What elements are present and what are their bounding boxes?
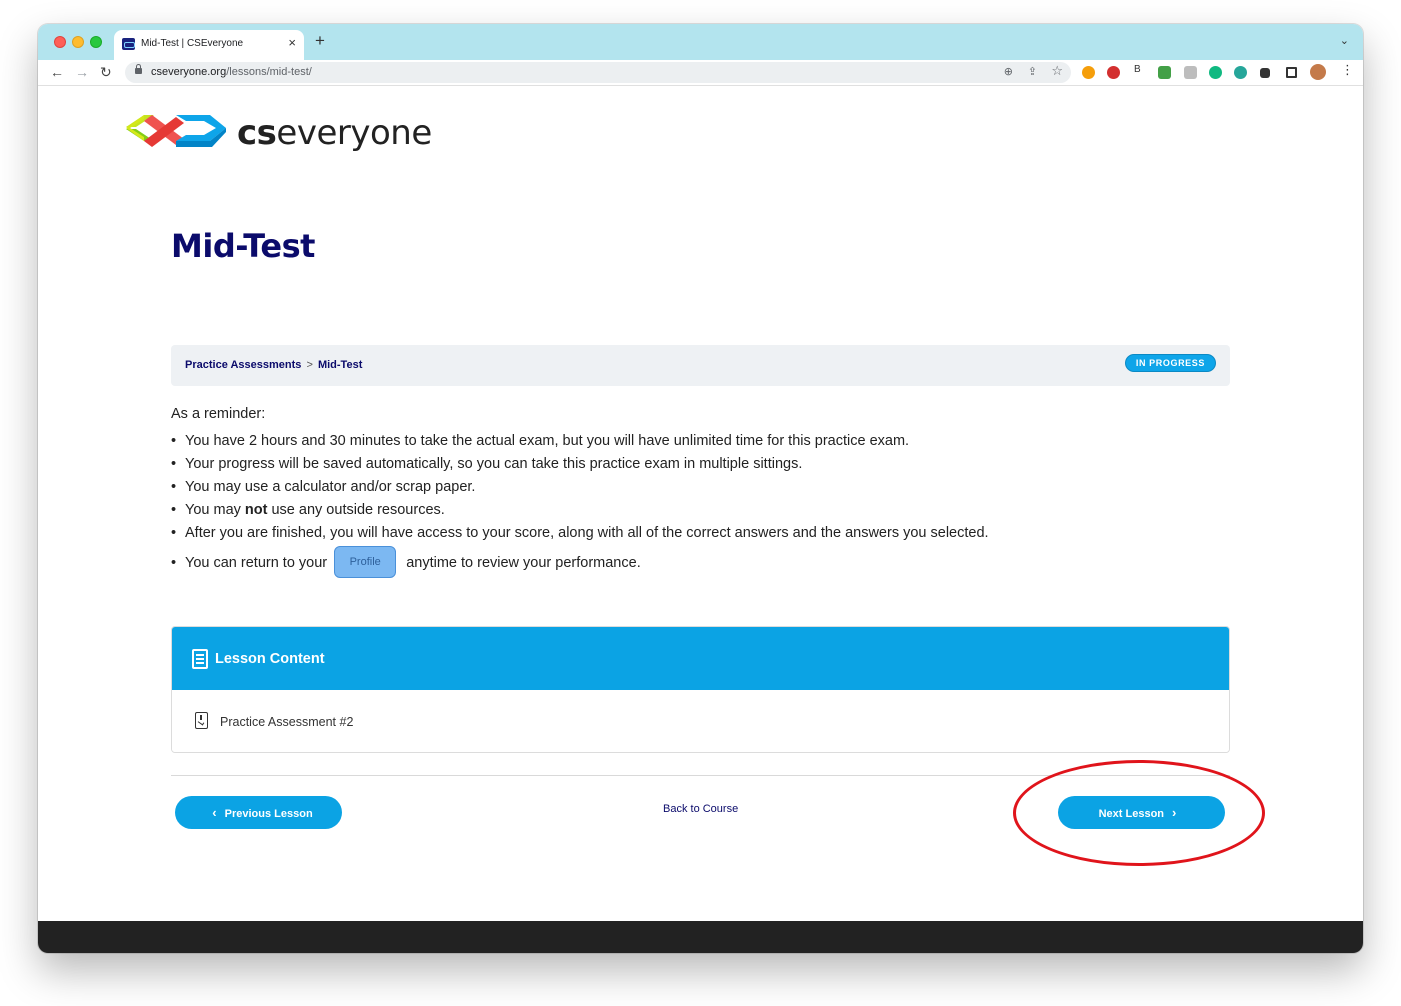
chevron-left-icon: ‹	[212, 805, 217, 820]
extensions-puzzle-icon[interactable]	[1260, 68, 1270, 78]
minimize-window-button[interactable]	[72, 36, 84, 48]
url-text[interactable]: cseveryone.org/lessons/mid-test/	[151, 66, 312, 78]
tab-close-icon[interactable]: ×	[288, 36, 296, 50]
lesson-item-practice-assessment[interactable]: Practice Assessment #2	[172, 690, 1229, 752]
breadcrumb-parent-link[interactable]: Practice Assessments	[185, 359, 301, 371]
status-badge: IN PROGRESS	[1124, 354, 1216, 372]
tab-title: Mid-Test | CSEveryone	[141, 38, 244, 49]
list-item: Your progress will be saved automaticall…	[171, 453, 1231, 476]
brand-wordmark[interactable]: cseveryone	[237, 113, 432, 153]
back-to-course-link[interactable]: Back to Course	[663, 803, 738, 815]
side-panel-icon[interactable]	[1286, 67, 1297, 78]
profile-avatar[interactable]	[1310, 64, 1326, 80]
list-item: After you are finished, you will have ac…	[171, 522, 1231, 545]
breadcrumb-bar: Practice Assessments > Mid-Test IN PROGR…	[171, 345, 1230, 386]
extension-k-icon[interactable]	[1184, 66, 1197, 79]
extension-abp-icon[interactable]	[1107, 66, 1120, 79]
list-item: You can return to your Profile anytime t…	[171, 546, 1231, 580]
page-title: Mid-Test	[171, 227, 315, 265]
tab-search-chevron-icon[interactable]: ⌄	[1340, 34, 1349, 47]
breadcrumb-current[interactable]: Mid-Test	[318, 359, 362, 371]
address-bar: ← → ↻ cseveryone.org/lessons/mid-test/ ⊕…	[38, 60, 1363, 86]
list-item: You have 2 hours and 30 minutes to take …	[171, 430, 1231, 453]
extension-b-icon[interactable]: B	[1134, 64, 1141, 75]
previous-lesson-button[interactable]: ‹ Previous Lesson	[175, 796, 342, 829]
extension-sun-icon[interactable]	[1082, 66, 1095, 79]
tab-bar: Mid-Test | CSEveryone × + ⌄	[38, 24, 1363, 60]
omnibox[interactable]: cseveryone.org/lessons/mid-test/ ⊕ ⇪ ☆	[125, 62, 1071, 83]
highlight-annotation-circle	[1013, 760, 1265, 866]
breadcrumb: Practice Assessments > Mid-Test	[185, 359, 362, 371]
lesson-content-card: Lesson Content Practice Assessment #2	[171, 626, 1230, 753]
document-list-icon	[192, 649, 208, 669]
maximize-window-button[interactable]	[90, 36, 102, 48]
bookmark-star-icon[interactable]: ☆	[1051, 63, 1063, 79]
list-item: You may use a calculator and/or scrap pa…	[171, 476, 1231, 499]
profile-button[interactable]: Profile	[334, 546, 397, 579]
reload-icon[interactable]: ↻	[100, 63, 112, 81]
lock-icon[interactable]	[135, 64, 142, 74]
close-window-button[interactable]	[54, 36, 66, 48]
share-icon[interactable]: ⇪	[1028, 65, 1037, 78]
page-footer	[38, 921, 1363, 953]
site-favicon-icon	[122, 38, 135, 50]
back-arrow-icon[interactable]: ←	[50, 63, 64, 81]
extension-m-icon[interactable]	[1234, 66, 1247, 79]
browser-menu-icon[interactable]: ⋮	[1341, 62, 1354, 78]
tab-mid-test[interactable]: Mid-Test | CSEveryone ×	[114, 30, 304, 60]
list-item: You may not use any outside resources.	[171, 499, 1231, 522]
extension-print-icon[interactable]	[1158, 66, 1171, 79]
zoom-icon[interactable]: ⊕	[1004, 65, 1013, 78]
emphasis-not: not	[244, 502, 268, 518]
forward-arrow-icon[interactable]: →	[75, 63, 89, 81]
cseveryone-logo-icon[interactable]	[124, 109, 228, 153]
quiz-icon	[195, 712, 208, 729]
reminder-list: You have 2 hours and 30 minutes to take …	[171, 430, 1231, 580]
extension-grammarly-icon[interactable]	[1209, 66, 1222, 79]
reminder-intro: As a reminder:	[171, 406, 266, 422]
lesson-item-label[interactable]: Practice Assessment #2	[220, 715, 353, 729]
lesson-content-header: Lesson Content	[172, 627, 1229, 690]
lesson-content-title: Lesson Content	[215, 651, 325, 667]
new-tab-button[interactable]: +	[315, 32, 325, 50]
breadcrumb-separator: >	[306, 359, 313, 371]
